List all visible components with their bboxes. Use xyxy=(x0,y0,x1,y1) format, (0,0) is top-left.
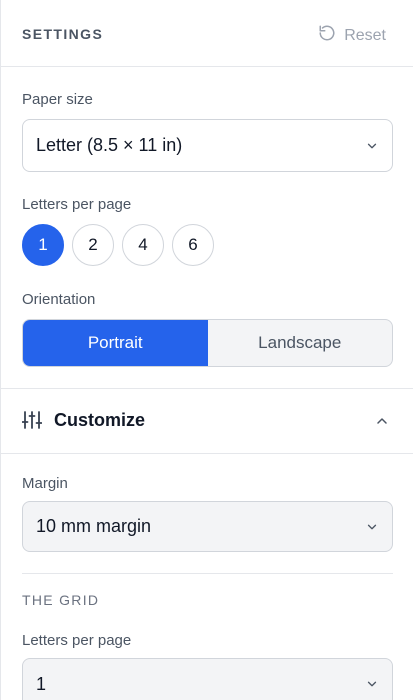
orientation-landscape[interactable]: Landscape xyxy=(208,320,393,366)
margin-select[interactable]: 10 mm margin xyxy=(22,501,393,552)
grid-letters-value: 1 xyxy=(36,673,47,694)
chevron-up-icon xyxy=(377,418,387,424)
settings-header: SETTINGS Reset xyxy=(1,0,413,67)
reset-button[interactable]: Reset xyxy=(318,24,386,47)
settings-panel: SETTINGS Reset Paper size Letter (8.5 × … xyxy=(0,0,413,700)
grid-divider xyxy=(22,573,393,574)
chevron-down-icon xyxy=(367,143,377,148)
paper-size-value: Letter (8.5 × 11 in) xyxy=(36,135,183,155)
letters-option-6[interactable]: 6 xyxy=(172,224,214,266)
settings-title: SETTINGS xyxy=(22,26,104,42)
orientation-toggle: Portrait Landscape xyxy=(22,319,393,367)
paper-size-label: Paper size xyxy=(22,91,93,108)
customize-divider xyxy=(1,453,413,454)
paper-size-select[interactable]: Letter (8.5 × 11 in) xyxy=(22,119,393,172)
letters-option-4[interactable]: 4 xyxy=(122,224,164,266)
reset-label: Reset xyxy=(344,26,386,44)
margin-label: Margin xyxy=(22,475,68,492)
letters-option-1[interactable]: 1 xyxy=(22,224,64,266)
margin-value: 10 mm margin xyxy=(36,516,152,536)
letters-per-page-label: Letters per page xyxy=(22,196,132,213)
chevron-down-icon xyxy=(367,524,377,529)
chevron-down-icon xyxy=(367,681,377,687)
grid-letters-select[interactable]: 1 xyxy=(22,658,393,700)
customize-toggle[interactable]: Customize xyxy=(1,388,413,453)
grid-section-title: THE GRID xyxy=(22,592,100,608)
letters-option-2[interactable]: 2 xyxy=(72,224,114,266)
orientation-portrait[interactable]: Portrait xyxy=(23,320,208,366)
grid-letters-label: Letters per page xyxy=(22,632,132,649)
customize-title: Customize xyxy=(54,410,146,430)
orientation-label: Orientation xyxy=(22,291,96,308)
letters-per-page-options: 1 2 4 6 xyxy=(22,224,214,266)
reset-icon xyxy=(318,24,336,47)
sliders-icon xyxy=(22,411,42,429)
